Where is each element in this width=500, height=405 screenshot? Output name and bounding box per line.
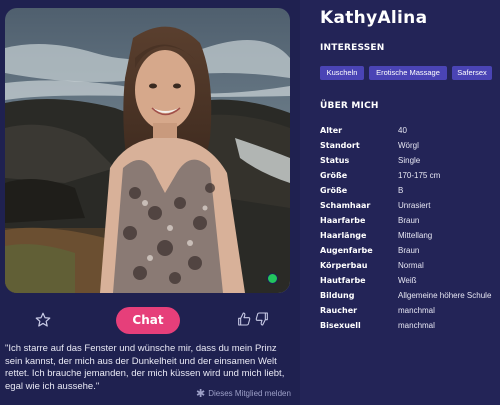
profile-quote: "Ich starre auf das Fenster und wünsche … <box>5 343 285 392</box>
attribute-row: Körperbau Normal <box>320 259 498 273</box>
profile-media-panel: Chat "Ich starre auf das Fenster und wün… <box>0 0 300 405</box>
report-icon: ✱ <box>196 388 206 400</box>
interest-tag: Safersex <box>452 66 492 80</box>
chat-button[interactable]: Chat <box>116 307 180 334</box>
attribute-label: Augenfarbe <box>320 246 373 255</box>
online-status-indicator <box>267 273 278 284</box>
attribute-row: Schamhaar Unrasiert <box>320 199 498 213</box>
attribute-row: Haarlänge Mittellang <box>320 229 498 243</box>
attribute-row: Bisexuell manchmal <box>320 319 498 333</box>
thumbs-up-icon[interactable] <box>236 311 252 327</box>
attribute-row: Größe 170-175 cm <box>320 169 498 183</box>
attribute-value: Braun <box>398 246 420 255</box>
attribute-row: Bildung Allgemeine höhere Schule <box>320 289 498 303</box>
attribute-value: 170-175 cm <box>398 171 441 180</box>
about-heading: ÜBER MICH <box>320 101 379 111</box>
attribute-label: Schamhaar <box>320 201 371 210</box>
attribute-row: Größe B <box>320 184 498 198</box>
attribute-row: Augenfarbe Braun <box>320 244 498 258</box>
profile-photo[interactable] <box>5 8 290 293</box>
interest-tag: Kuscheln <box>320 66 364 80</box>
attribute-label: Raucher <box>320 306 358 315</box>
attribute-label: Größe <box>320 186 348 195</box>
attribute-label: Größe <box>320 171 348 180</box>
attribute-label: Hautfarbe <box>320 276 366 285</box>
profile-name: KathyAlina <box>320 8 428 28</box>
attribute-label: Alter <box>320 126 343 135</box>
attribute-label: Haarfarbe <box>320 216 366 225</box>
attribute-row: Raucher manchmal <box>320 304 498 318</box>
profile-info-panel: KathyAlina INTERESSEN Kuscheln Erotische… <box>300 0 500 405</box>
profile-actions: Chat <box>0 300 300 340</box>
attribute-value: B <box>398 186 404 195</box>
attribute-label: Standort <box>320 141 360 150</box>
attribute-value: Weiß <box>398 276 417 285</box>
attribute-label: Körperbau <box>320 261 368 270</box>
interests-heading: INTERESSEN <box>320 43 385 53</box>
attribute-value: Wörgl <box>398 141 419 150</box>
attribute-label: Bisexuell <box>320 321 361 330</box>
interest-tag: Erotische Massage <box>369 66 447 80</box>
attribute-value: manchmal <box>398 321 435 330</box>
report-member-link[interactable]: ✱ Dieses Mitglied melden <box>196 387 291 400</box>
attribute-value: 40 <box>398 126 407 135</box>
attribute-value: Normal <box>398 261 424 270</box>
attribute-row: Haarfarbe Braun <box>320 214 498 228</box>
report-member-label: Dieses Mitglied melden <box>208 389 291 398</box>
attribute-value: Allgemeine höhere Schule <box>398 291 492 300</box>
attribute-row: Hautfarbe Weiß <box>320 274 498 288</box>
attribute-label: Status <box>320 156 350 165</box>
attribute-label: Haarlänge <box>320 231 367 240</box>
attribute-row: Alter 40 <box>320 124 498 138</box>
attribute-value: Single <box>398 156 421 165</box>
favorite-star-icon[interactable] <box>34 311 52 329</box>
attribute-value: Unrasiert <box>398 201 431 210</box>
thumbs-down-icon[interactable] <box>254 311 270 327</box>
attribute-value: Mittellang <box>398 231 433 240</box>
attribute-value: Braun <box>398 216 420 225</box>
attribute-row: Status Single <box>320 154 498 168</box>
attribute-row: Standort Wörgl <box>320 139 498 153</box>
attribute-value: manchmal <box>398 306 435 315</box>
attribute-label: Bildung <box>320 291 355 300</box>
